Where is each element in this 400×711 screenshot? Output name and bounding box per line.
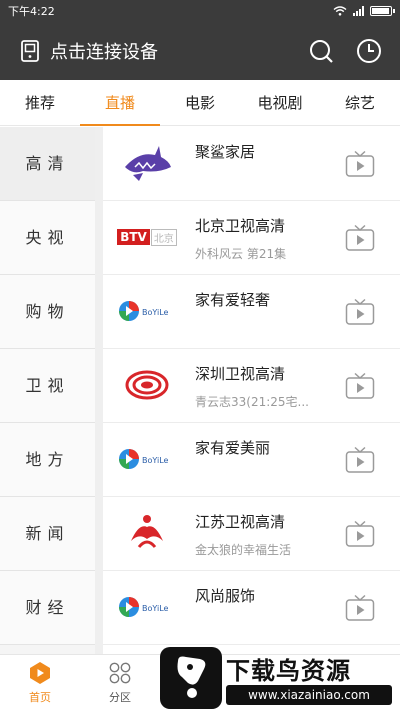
channel-name: 江苏卫视高清: [195, 513, 286, 531]
current-program: 外科风云 第21集: [195, 247, 287, 261]
btv-logo: BTV 北京: [117, 214, 177, 260]
tv-play-icon[interactable]: [345, 298, 375, 326]
watermark-overlay: 下载鸟资源 www.xiazainiao.com: [160, 647, 396, 709]
svg-text:BoYiLe: BoYiLe: [142, 604, 169, 613]
nav-home-label: 首页: [29, 691, 51, 704]
history-clock-icon[interactable]: [356, 38, 382, 64]
boyile-logo: BoYiLe: [117, 436, 177, 482]
top-bar: 下午4:22 点击连接设备: [0, 0, 400, 80]
watermark-title: 下载鸟资源: [226, 657, 351, 685]
svg-text:BoYiLe: BoYiLe: [142, 308, 169, 317]
status-icons: [333, 6, 395, 16]
tab-variety[interactable]: 综艺: [320, 80, 400, 125]
sidebar-item-satellite[interactable]: 卫视: [0, 349, 95, 423]
jiangsu-logo: [117, 510, 177, 556]
nav-home[interactable]: 首页: [0, 655, 80, 711]
app-bar: 点击连接设备: [0, 22, 400, 80]
current-program: 金太狼的幸福生活: [195, 543, 292, 557]
channel-row[interactable]: BoYiLe 家有爱美丽: [103, 423, 400, 497]
boyile-logo: BoYiLe: [117, 288, 177, 334]
channel-row[interactable]: BoYiLe 风尚服饰: [103, 571, 400, 645]
shark-logo: [117, 140, 177, 186]
category-grid-icon: [109, 662, 131, 684]
sidebar-divider: [95, 127, 103, 654]
current-program: 青云志33(21:25宅...: [195, 395, 309, 409]
connect-device-title[interactable]: 点击连接设备: [50, 38, 286, 64]
tv-play-icon[interactable]: [345, 446, 375, 474]
channel-row[interactable]: 江苏卫视高清 金太狼的幸福生活: [103, 497, 400, 571]
tv-play-icon[interactable]: [345, 372, 375, 400]
channel-name: 聚鲨家居: [195, 143, 256, 161]
category-tabs: 推荐 直播 电影 电视剧 综艺: [0, 80, 400, 126]
nav-category[interactable]: 分区: [80, 655, 160, 711]
tab-movie[interactable]: 电影: [160, 80, 240, 125]
sidebar-item-local[interactable]: 地方: [0, 423, 95, 497]
tv-play-icon[interactable]: [345, 150, 375, 178]
nav-category-label: 分区: [109, 691, 131, 704]
channel-row[interactable]: BoYiLe 家有爱轻奢: [103, 275, 400, 349]
tab-tv-series[interactable]: 电视剧: [240, 80, 320, 125]
tv-play-icon[interactable]: [345, 224, 375, 252]
channel-list: 聚鲨家居 BTV 北京 北京卫视高清 外科风云 第21集 BoYiLe 家有爱轻…: [103, 127, 400, 654]
live-category-sidebar: 高清 央视 购物 卫视 地方 新闻 财经: [0, 127, 95, 654]
watermark-badge: [160, 647, 222, 709]
sidebar-item-news[interactable]: 新闻: [0, 497, 95, 571]
tab-recommend[interactable]: 推荐: [0, 80, 80, 125]
sidebar-item-shopping[interactable]: 购物: [0, 275, 95, 349]
channel-row[interactable]: BTV 北京 北京卫视高清 外科风云 第21集: [103, 201, 400, 275]
signal-icon: [353, 6, 364, 16]
channel-name: 家有爱美丽: [195, 439, 271, 457]
tab-live[interactable]: 直播: [80, 80, 160, 126]
shenzhen-logo: [117, 362, 177, 408]
tv-play-icon[interactable]: [345, 594, 375, 622]
sidebar-item-hd[interactable]: 高清: [0, 127, 95, 201]
channel-row[interactable]: 深圳卫视高清 青云志33(21:25宅...: [103, 349, 400, 423]
tv-play-icon[interactable]: [345, 520, 375, 548]
channel-name: 家有爱轻奢: [195, 291, 271, 309]
wifi-icon: [333, 6, 347, 16]
svg-text:BoYiLe: BoYiLe: [142, 456, 169, 465]
search-icon[interactable]: [308, 38, 334, 64]
channel-row[interactable]: 聚鲨家居: [103, 127, 400, 201]
sidebar-item-finance[interactable]: 财经: [0, 571, 95, 645]
status-time: 下午4:22: [8, 5, 55, 18]
home-icon: [30, 662, 50, 684]
boyile-logo: BoYiLe: [117, 584, 177, 630]
sidebar-item-cctv[interactable]: 央视: [0, 201, 95, 275]
battery-icon: [370, 6, 395, 16]
channel-name: 北京卫视高清: [195, 217, 286, 235]
status-bar: 下午4:22: [0, 0, 400, 22]
cast-icon[interactable]: [18, 39, 42, 63]
watermark-url: www.xiazainiao.com: [226, 685, 392, 705]
channel-name: 深圳卫视高清: [195, 365, 286, 383]
channel-name: 风尚服饰: [195, 587, 256, 605]
